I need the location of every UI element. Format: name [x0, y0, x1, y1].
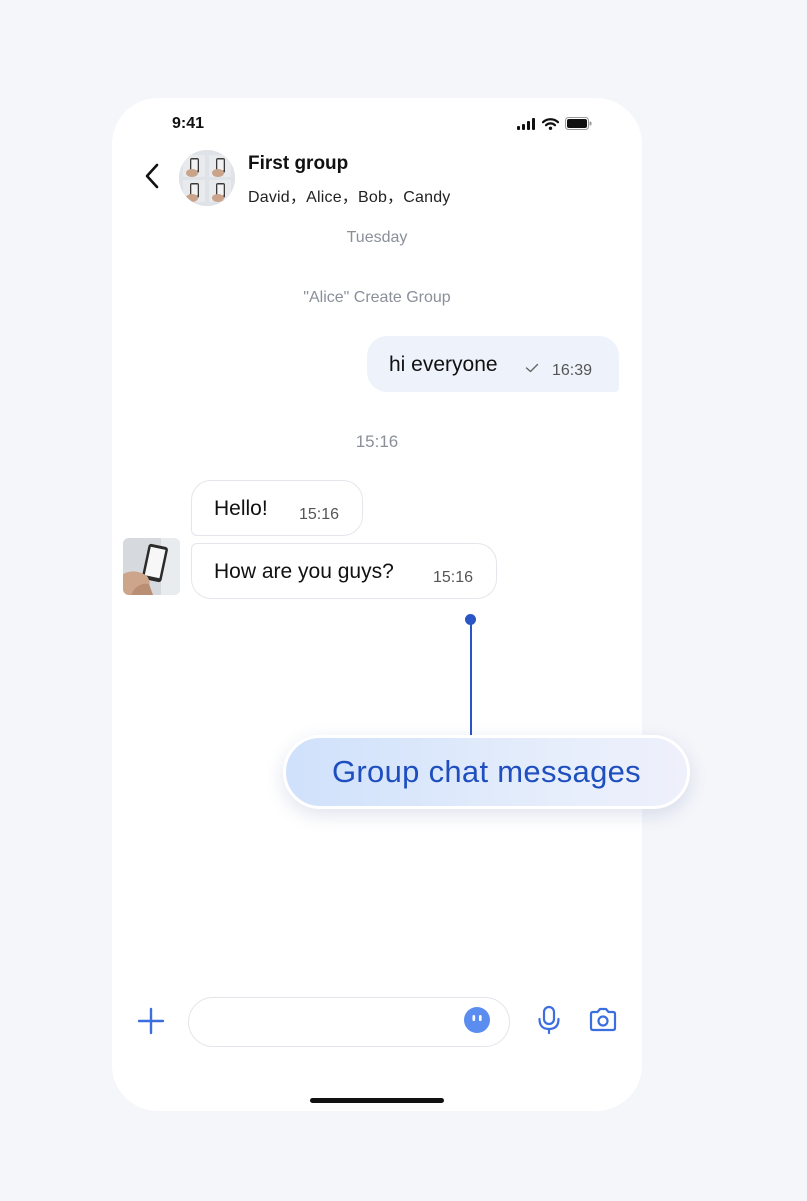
group-avatar[interactable] — [179, 150, 235, 206]
time-divider: 15:16 — [355, 432, 399, 451]
message-text: Hello! — [214, 497, 268, 520]
emoji-icon — [464, 1007, 490, 1033]
message-time: 15:16 — [299, 506, 340, 523]
day-label: Tuesday — [346, 229, 408, 246]
battery-icon — [565, 117, 592, 130]
input-bar — [112, 994, 642, 1054]
cellular-signal-icon — [517, 117, 535, 130]
camera-icon — [589, 1007, 617, 1032]
message-time: 16:39 — [552, 362, 593, 379]
sender-avatar[interactable] — [123, 538, 180, 595]
microphone-icon — [538, 1005, 560, 1035]
chevron-left-icon — [145, 163, 159, 189]
chat-header: First group David，Alice，Bob，Candy — [112, 148, 642, 210]
callout-text: Group chat messages — [332, 754, 641, 789]
group-title[interactable]: First group — [248, 153, 348, 175]
camera-button[interactable] — [588, 1006, 618, 1034]
callout-connector-line — [469, 620, 472, 738]
check-icon — [525, 363, 539, 373]
status-time: 9:41 — [172, 115, 205, 132]
emoji-button[interactable] — [463, 1006, 491, 1034]
message-text: hi everyone — [389, 353, 498, 376]
back-button[interactable] — [138, 162, 166, 190]
outgoing-message-bubble[interactable]: hi everyone 16:39 — [367, 336, 619, 392]
status-bar: 9:41 — [112, 98, 642, 148]
group-avatar-image — [179, 150, 235, 206]
sender-avatar-image — [123, 538, 180, 595]
voice-message-button[interactable] — [536, 1005, 562, 1035]
plus-icon — [137, 1007, 165, 1035]
incoming-message-bubble[interactable]: How are you guys? 15:16 — [191, 543, 497, 599]
message-input[interactable] — [188, 997, 510, 1047]
incoming-message-bubble[interactable]: Hello! 15:16 — [191, 480, 363, 536]
message-text: How are you guys? — [214, 560, 394, 583]
home-indicator — [310, 1098, 444, 1103]
group-members: David，Alice，Bob，Candy — [248, 189, 451, 206]
status-icons — [517, 117, 592, 130]
add-attachment-button[interactable] — [136, 1006, 166, 1036]
phone-frame: 9:41 First group David，Alice，Bob，Candy T… — [112, 98, 642, 1111]
callout-label: Group chat messages — [283, 735, 690, 809]
system-message: "Alice" Create Group — [303, 289, 451, 306]
message-time: 15:16 — [433, 569, 474, 586]
wifi-icon — [542, 117, 559, 130]
